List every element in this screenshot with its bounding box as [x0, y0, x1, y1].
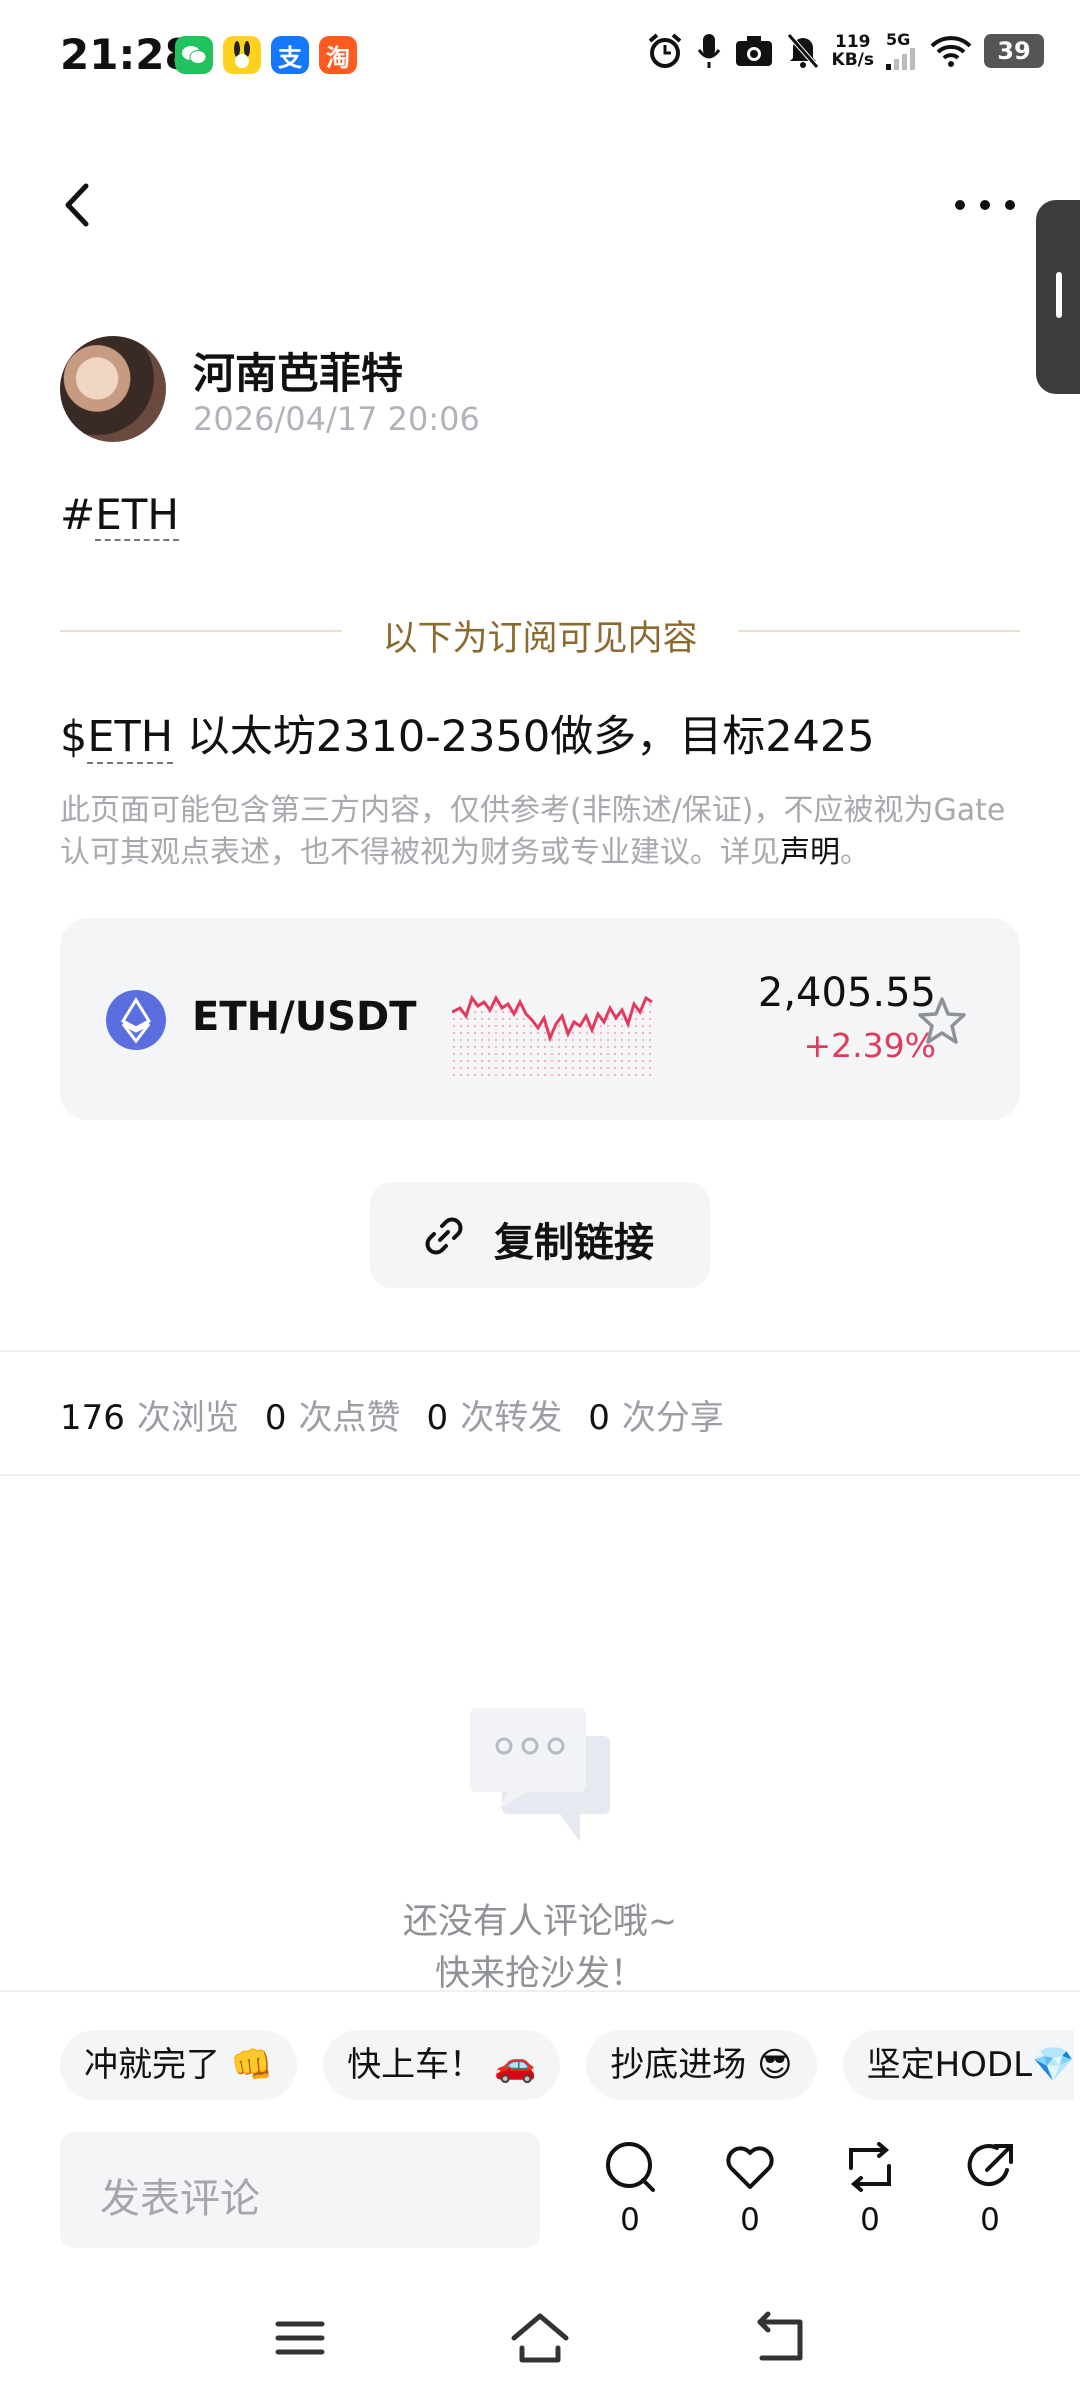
quick-reply-chip[interactable]: 坚定HODL💎	[842, 2030, 1075, 2100]
microphone-icon	[697, 34, 720, 68]
chevron-left-icon	[65, 183, 89, 227]
copy-link-button[interactable]: 复制链接	[370, 1182, 710, 1288]
menu-icon	[275, 2321, 325, 2355]
reposts-stat: 0 次转发	[426, 1398, 563, 1438]
link-icon	[425, 1217, 463, 1255]
wifi-icon	[930, 36, 972, 67]
alipay-icon: 支	[271, 36, 309, 74]
price-sparkline	[452, 994, 653, 1080]
comment-bubble-icon	[606, 2142, 655, 2192]
share-icon	[967, 2144, 1013, 2187]
nav-menu-button[interactable]	[270, 2308, 330, 2368]
bunny-app-icon	[223, 36, 261, 74]
quick-reply-chip[interactable]: 冲就完了 👊	[60, 2030, 298, 2100]
hashtag-eth[interactable]: #ETH	[60, 490, 179, 541]
battery-indicator: 39	[984, 34, 1044, 68]
disclaimer-text: 此页面可能包含第三方内容，仅供参考(非陈述/保证)，不应被视为Gate认可其观点…	[60, 793, 1006, 870]
alarm-icon	[648, 33, 681, 68]
empty-comments-text: 还没有人评论哦~ 快来抢沙发！	[402, 1902, 678, 1994]
divider	[0, 1350, 1080, 1352]
wechat-icon	[175, 36, 213, 74]
market-card[interactable]: ETH/USDT 2,405.55 +2.39%	[60, 918, 1020, 1120]
back-arrow-icon	[757, 2311, 803, 2361]
author-avatar[interactable]	[60, 336, 166, 442]
current-price: 2,405.55	[757, 970, 936, 1016]
eth-ticker-link[interactable]: ETH	[87, 712, 174, 764]
network-speed: 119 KB/s	[831, 32, 874, 70]
shares-stat: 0 次分享	[588, 1398, 724, 1438]
status-indicators: 119 KB/s 5G 39	[646, 32, 1044, 70]
status-time: 21:28	[60, 30, 194, 79]
likes-stat: 0 次点赞	[264, 1398, 401, 1438]
back-button[interactable]	[48, 170, 108, 240]
more-options-button[interactable]	[950, 175, 1020, 235]
post-timestamp: 2026/04/17 20:06	[193, 400, 480, 438]
more-dots-icon	[955, 200, 1015, 210]
empty-comments-icon	[470, 1708, 610, 1842]
trading-pair: ETH/USDT	[192, 994, 417, 1040]
comment-input[interactable]: 发表评论	[60, 2132, 540, 2248]
side-drag-handle[interactable]	[1036, 200, 1080, 394]
heart-icon	[726, 2146, 774, 2189]
home-icon	[511, 2313, 569, 2363]
mute-bell-icon	[786, 33, 819, 69]
quick-reply-chip[interactable]: 抄底进场 😎	[586, 2030, 817, 2100]
copy-link-label: 复制链接	[494, 1220, 654, 1266]
status-app-icons: 支 淘	[175, 36, 357, 74]
favorite-button[interactable]	[914, 993, 970, 1049]
post-body: $ETH 以太坊2310-2350做多，目标2425	[60, 712, 875, 764]
nav-home-button[interactable]	[510, 2308, 570, 2368]
quick-reply-chip[interactable]: 快上车！ 🚗	[323, 2030, 561, 2100]
quick-reply-chips: 冲就完了 👊 快上车！ 🚗 抄底进场 😎 坚定HODL💎	[60, 2030, 1075, 2100]
post-stats: 176 次浏览 0 次点赞 0 次转发 0 次分享	[60, 1390, 724, 1439]
views-stat: 176 次浏览	[60, 1398, 239, 1438]
camera-icon	[735, 36, 772, 66]
signal-bars-icon	[886, 48, 915, 70]
subscription-notice: 以下为订阅可见内容	[382, 619, 698, 659]
signal-5g: 5G	[886, 32, 918, 70]
divider	[0, 1474, 1080, 1476]
eth-logo-icon	[106, 990, 166, 1050]
author-name[interactable]: 河南芭菲特	[193, 340, 403, 401]
disclaimer-link[interactable]: 声明	[780, 835, 840, 870]
taobao-icon: 淘	[319, 36, 357, 74]
star-icon	[918, 997, 966, 1044]
repost-button[interactable]: 0	[830, 2140, 910, 2250]
like-button[interactable]: 0	[710, 2140, 790, 2250]
share-button[interactable]: 0	[950, 2140, 1030, 2250]
nav-back-button[interactable]	[750, 2308, 810, 2368]
comment-button[interactable]: 0	[590, 2140, 670, 2250]
price-change: +2.39%	[803, 1026, 936, 1065]
repost-icon	[849, 2142, 891, 2192]
